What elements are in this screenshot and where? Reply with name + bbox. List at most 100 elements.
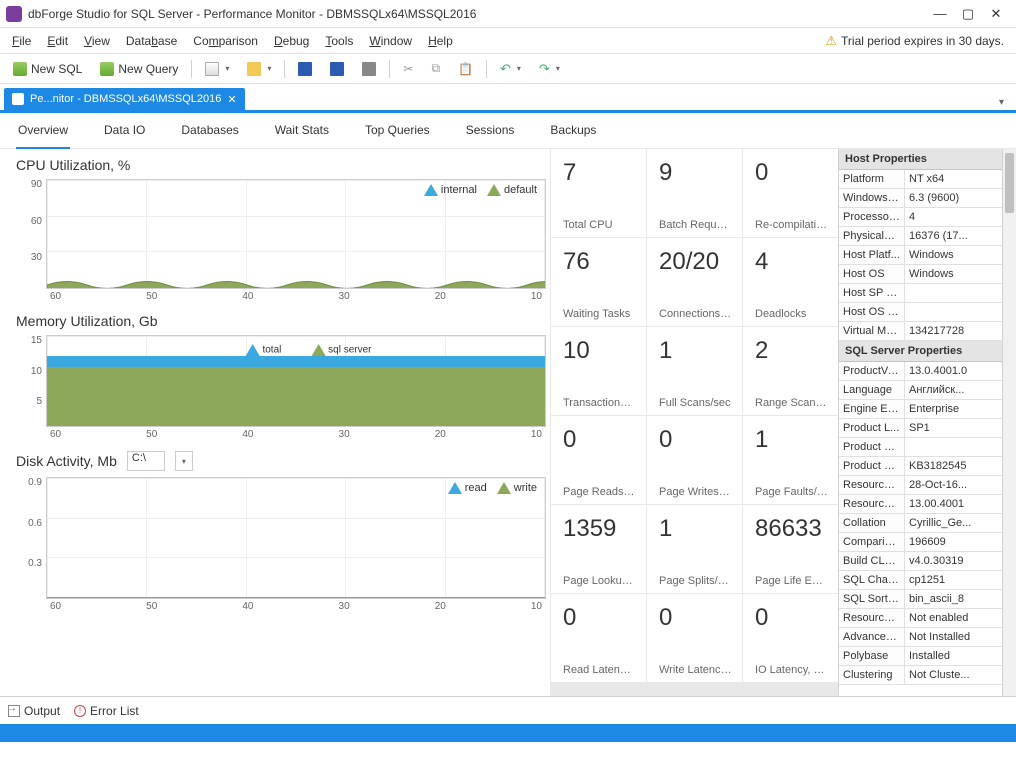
save-button[interactable] xyxy=(291,58,319,80)
copy-button[interactable]: ⧉ xyxy=(424,57,447,80)
scrollbar[interactable] xyxy=(1002,149,1016,696)
close-button[interactable]: ✕ xyxy=(982,4,1010,24)
stat-label: Range Scans/sec xyxy=(755,397,828,409)
prop-row[interactable]: WindowsV...6.3 (9600) xyxy=(839,189,1002,208)
prop-row[interactable]: Host Platf...Windows xyxy=(839,246,1002,265)
menu-help[interactable]: Help xyxy=(420,30,461,52)
prop-row[interactable]: Build CLR ...v4.0.30319 xyxy=(839,552,1002,571)
menu-view[interactable]: View xyxy=(76,30,118,52)
prop-key: Product U... xyxy=(839,438,905,456)
tab-databases[interactable]: Databases xyxy=(179,113,240,149)
prop-row[interactable]: ClusteringNot Cluste... xyxy=(839,666,1002,685)
prop-row[interactable]: Product U... xyxy=(839,438,1002,457)
tab-close-icon[interactable]: ✕ xyxy=(227,93,236,106)
tab-performance-monitor[interactable]: Pe...nitor - DBMSSQLx64\MSSQL2016 ✕ xyxy=(4,88,245,110)
scrollbar-thumb[interactable] xyxy=(1005,153,1014,213)
tab-backups[interactable]: Backups xyxy=(548,113,598,149)
menu-database[interactable]: Database xyxy=(118,30,185,52)
prop-row[interactable]: Resource ...13.00.4001 xyxy=(839,495,1002,514)
prop-row[interactable]: PolybaseInstalled xyxy=(839,647,1002,666)
prop-row[interactable]: Processor...4 xyxy=(839,208,1002,227)
prop-row[interactable]: Compariso...196609 xyxy=(839,533,1002,552)
prop-value: 134217728 xyxy=(905,322,1002,340)
prop-row[interactable]: Product L...SP1 xyxy=(839,419,1002,438)
tab-sessions[interactable]: Sessions xyxy=(464,113,517,149)
tabs-overflow-button[interactable]: ▾ xyxy=(991,95,1012,110)
print-button[interactable] xyxy=(355,58,383,80)
error-list-tab[interactable]: !Error List xyxy=(74,704,139,718)
prop-value: 4 xyxy=(905,208,1002,226)
save-all-button[interactable] xyxy=(323,58,351,80)
properties-panel: Host PropertiesPlatformNT x64WindowsV...… xyxy=(838,149,1002,696)
prop-row[interactable]: SQL Charsetcp1251 xyxy=(839,571,1002,590)
prop-key: Compariso... xyxy=(839,533,905,551)
disk-plot: read write xyxy=(46,477,546,599)
menu-tools[interactable]: Tools xyxy=(317,30,361,52)
prop-row[interactable]: Resource ...Not enabled xyxy=(839,609,1002,628)
prop-key: Polybase xyxy=(839,647,905,665)
document-tabs: Pe...nitor - DBMSSQLx64\MSSQL2016 ✕ ▾ xyxy=(0,84,1016,110)
prop-value: KB3182545 xyxy=(905,457,1002,475)
triangle-blue-icon xyxy=(424,184,438,196)
undo-button[interactable]: ↶▾ xyxy=(493,57,528,81)
prop-row[interactable]: Engine Edi...Enterprise xyxy=(839,400,1002,419)
menu-file[interactable]: File xyxy=(4,30,39,52)
cut-button[interactable]: ✂ xyxy=(396,58,420,80)
menu-edit[interactable]: Edit xyxy=(39,30,76,52)
content: CPU Utilization, % 906030 internal defau… xyxy=(0,149,1016,696)
stat-tile: 0Re-compilations/s xyxy=(743,149,838,237)
prop-row[interactable]: Virtual Me...134217728 xyxy=(839,322,1002,341)
tab-top-queries[interactable]: Top Queries xyxy=(363,113,432,149)
stat-label: Transactions/sec xyxy=(563,397,636,409)
stat-label: Batch Requests/s xyxy=(659,219,732,231)
stat-tile: 7Total CPU xyxy=(551,149,646,237)
prop-row[interactable]: LanguageАнглийск... xyxy=(839,381,1002,400)
tab-wait-stats[interactable]: Wait Stats xyxy=(273,113,331,149)
disk-drive-select[interactable]: C:\ xyxy=(127,451,165,471)
prop-value xyxy=(905,303,1002,321)
prop-row[interactable]: Product U...KB3182545 xyxy=(839,457,1002,476)
stat-tile: 1Full Scans/sec xyxy=(647,327,742,415)
prop-row[interactable]: CollationCyrillic_Ge... xyxy=(839,514,1002,533)
prop-row[interactable]: Host OS L... xyxy=(839,303,1002,322)
menu-comparison[interactable]: Comparison xyxy=(185,30,266,52)
new-query-button[interactable]: New Query xyxy=(93,58,185,80)
new-file-button[interactable]: ▾ xyxy=(198,58,236,80)
prop-row[interactable]: Host SP L... xyxy=(839,284,1002,303)
warning-icon: ⚠ xyxy=(825,33,837,49)
prop-row[interactable]: Host OSWindows xyxy=(839,265,1002,284)
maximize-button[interactable]: ▢ xyxy=(954,4,982,24)
prop-row[interactable]: Resource ...28-Oct-16... xyxy=(839,476,1002,495)
prop-value: 13.0.4001.0 xyxy=(905,362,1002,380)
stat-label: Write Latency, ms xyxy=(659,664,732,676)
save-icon xyxy=(298,62,312,76)
stat-tile: 0 Write Latency, ms xyxy=(647,594,742,682)
prop-row[interactable]: ProductVe...13.0.4001.0 xyxy=(839,362,1002,381)
prop-row[interactable]: PhysicalM...16376 (17... xyxy=(839,227,1002,246)
prop-row[interactable]: Advanced...Not Installed xyxy=(839,628,1002,647)
output-tab[interactable]: Output xyxy=(8,704,60,718)
prop-row[interactable]: SQL Sort ...bin_ascii_8 xyxy=(839,590,1002,609)
open-button[interactable]: ▾ xyxy=(240,58,278,80)
query-icon xyxy=(100,62,114,76)
cpu-chart-block: CPU Utilization, % 906030 internal defau… xyxy=(16,157,550,307)
triangle-green-icon xyxy=(487,184,501,196)
paste-button[interactable]: 📋 xyxy=(451,58,480,80)
stat-value: 0 xyxy=(755,604,828,632)
stat-value: 0 xyxy=(659,604,732,632)
menu-window[interactable]: Window xyxy=(361,30,420,52)
tab-data-io[interactable]: Data IO xyxy=(102,113,147,149)
menu-debug[interactable]: Debug xyxy=(266,30,317,52)
redo-button[interactable]: ↷▾ xyxy=(532,57,567,81)
stat-label: Connections (user xyxy=(659,308,732,320)
minimize-button[interactable]: — xyxy=(926,4,954,24)
mem-x-axis: 605040302010 xyxy=(46,429,546,445)
tab-overview[interactable]: Overview xyxy=(16,113,70,149)
new-sql-button[interactable]: New SQL xyxy=(6,58,89,80)
prop-key: Resource ... xyxy=(839,476,905,494)
stat-value: 1 xyxy=(755,426,828,454)
disk-drive-dropdown[interactable]: ▾ xyxy=(175,451,193,471)
stat-label: Full Scans/sec xyxy=(659,397,732,409)
props-header: Host Properties xyxy=(839,149,1002,170)
prop-row[interactable]: PlatformNT x64 xyxy=(839,170,1002,189)
